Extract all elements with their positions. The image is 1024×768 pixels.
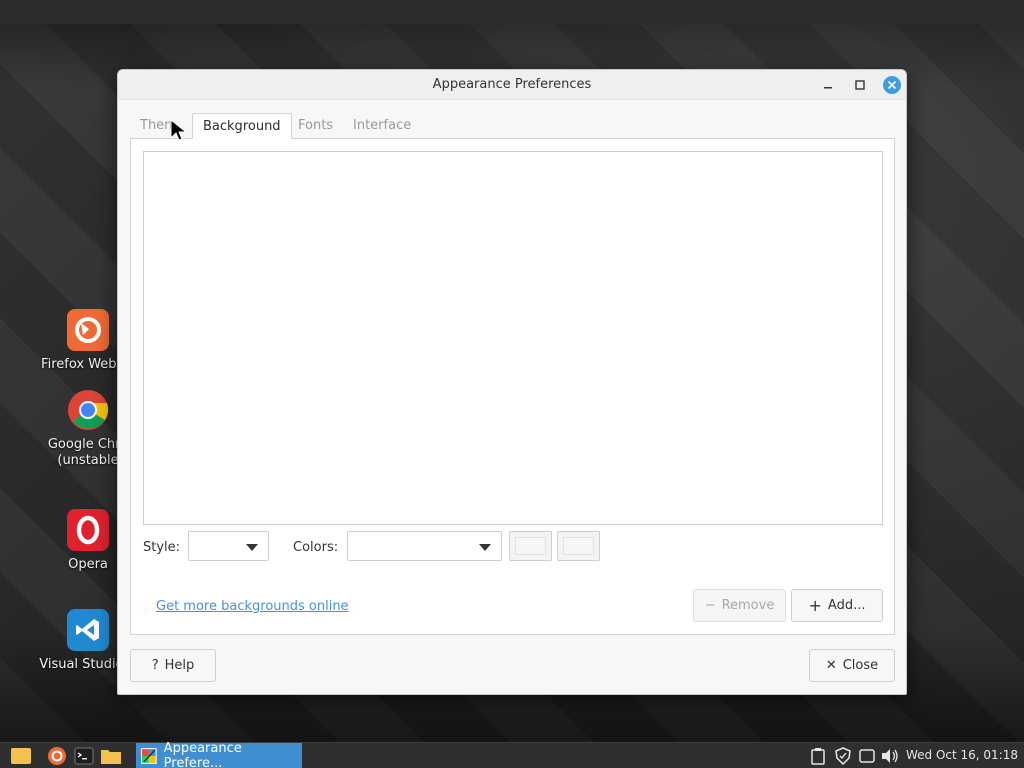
close-x-icon: ✕: [825, 658, 837, 673]
top-panel: [0, 0, 1024, 24]
tab-fonts[interactable]: Fonts: [288, 113, 343, 139]
chevron-down-icon: [246, 544, 258, 551]
taskbar-task-appearance-preferences[interactable]: Appearance Prefere...: [136, 741, 302, 768]
firefox-icon: [67, 309, 109, 351]
shield-tray-icon[interactable]: [832, 745, 854, 767]
chevron-down-icon: [479, 544, 491, 551]
close-icon: [883, 76, 901, 94]
remove-button[interactable]: − Remove: [693, 589, 786, 622]
folder-icon: [101, 750, 121, 764]
taskbar-files-launcher[interactable]: [100, 745, 122, 767]
colors-label: Colors:: [293, 540, 339, 555]
color-swatch: [515, 537, 546, 555]
maximize-icon: [855, 80, 865, 90]
menu-launcher-button[interactable]: [10, 745, 32, 767]
add-button[interactable]: + Add...: [791, 589, 883, 622]
minus-icon: −: [704, 598, 716, 613]
style-dropdown[interactable]: [188, 531, 269, 561]
appearance-preferences-window: Appearance Preferences Them Background F…: [117, 69, 907, 695]
taskbar: Appearance Prefere... Wed Oct 16, 01:18: [0, 741, 1024, 768]
clock[interactable]: Wed Oct 16, 01:18: [906, 748, 1018, 762]
title-bar[interactable]: Appearance Preferences: [118, 70, 906, 100]
style-label: Style:: [143, 540, 181, 555]
appearance-app-icon: [140, 748, 157, 764]
chrome-icon: [67, 389, 109, 431]
tab-interface[interactable]: Interface: [343, 113, 421, 139]
taskbar-terminal-launcher[interactable]: [73, 745, 95, 767]
primary-color-button[interactable]: [509, 531, 552, 561]
background-preview-list[interactable]: [143, 151, 883, 525]
opera-icon: [67, 509, 109, 551]
mouse-cursor-icon: [170, 118, 188, 147]
window-title: Appearance Preferences: [432, 77, 592, 92]
network-tray-icon[interactable]: [856, 745, 878, 767]
get-more-backgrounds-link[interactable]: Get more backgrounds online: [156, 599, 349, 614]
firefox-icon: [48, 747, 66, 765]
secondary-color-button[interactable]: [557, 531, 600, 561]
minimize-icon: [824, 87, 832, 89]
remove-button-label: Remove: [721, 598, 775, 613]
task-label: Appearance Prefere...: [163, 741, 242, 768]
close-button-label: Close: [842, 658, 879, 673]
vscode-icon: [67, 609, 109, 651]
maximize-button[interactable]: [850, 75, 870, 95]
help-icon: ?: [151, 658, 159, 673]
volume-tray-icon[interactable]: [879, 745, 901, 767]
plus-icon: +: [808, 596, 822, 615]
terminal-icon: [74, 747, 94, 765]
menu-icon: [11, 748, 31, 764]
background-tab-panel: Style: Colors: Get more backgrounds onli…: [130, 138, 895, 635]
help-button[interactable]: ? Help: [130, 649, 216, 682]
color-swatch: [563, 537, 594, 555]
colors-dropdown[interactable]: [347, 531, 502, 561]
help-button-label: Help: [164, 658, 195, 673]
clipboard-tray-icon[interactable]: [807, 745, 829, 767]
add-button-label: Add...: [827, 598, 866, 613]
minimize-button[interactable]: [818, 75, 838, 95]
tab-background[interactable]: Background: [192, 113, 292, 139]
taskbar-firefox-launcher[interactable]: [46, 745, 68, 767]
window-close-button[interactable]: [882, 75, 902, 95]
close-button[interactable]: ✕ Close: [809, 649, 895, 682]
